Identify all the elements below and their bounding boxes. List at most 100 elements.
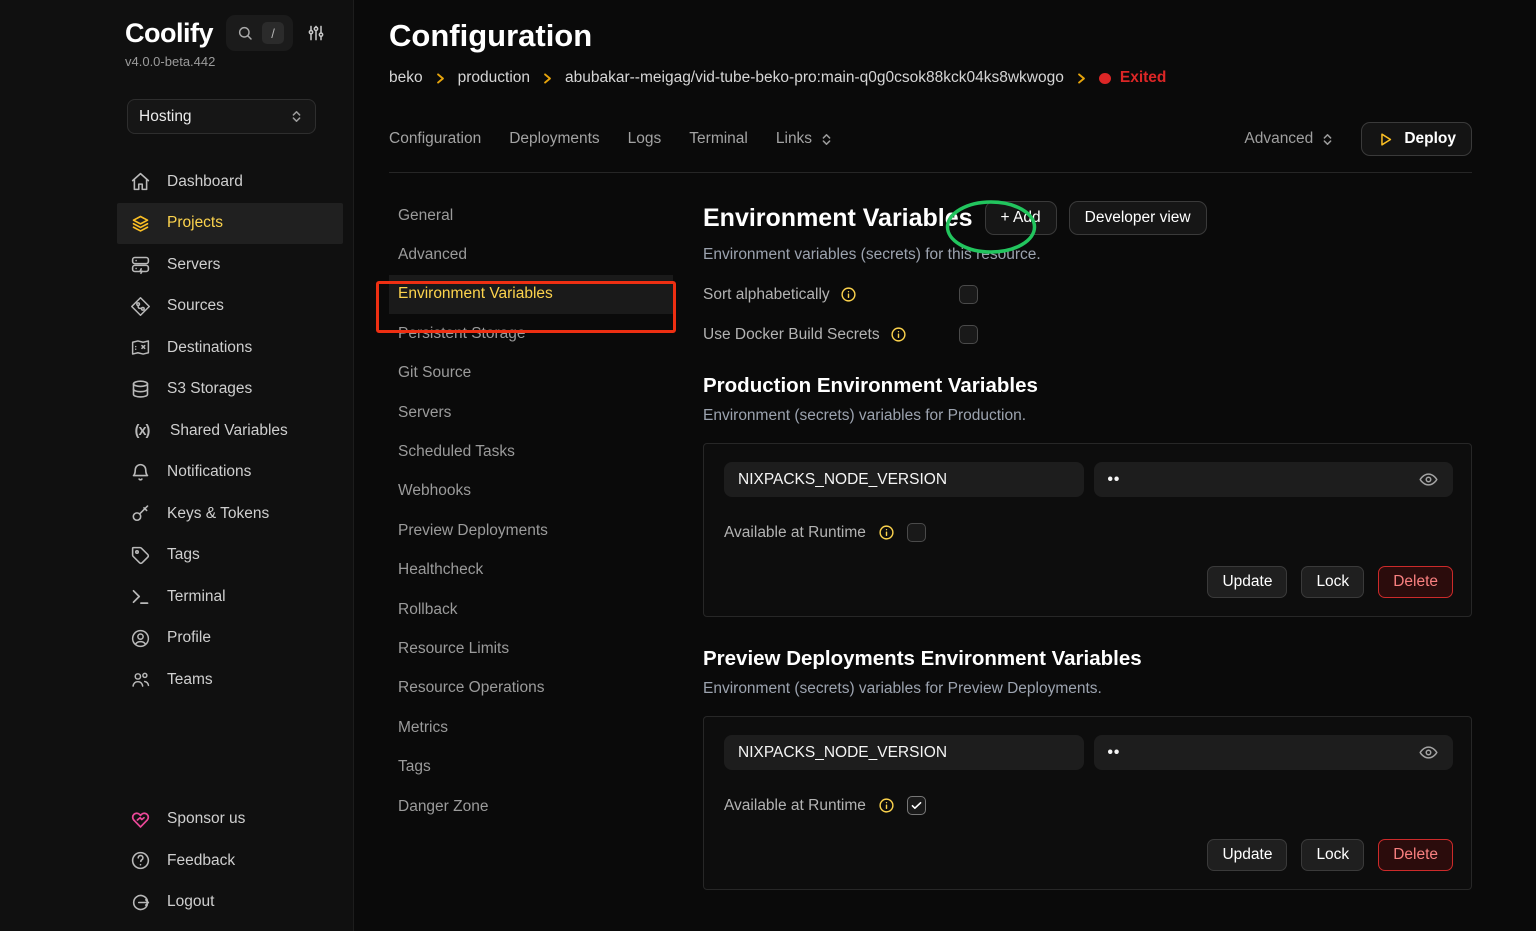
subnav-label: Metrics [398, 719, 448, 737]
search-shortcut-key: / [262, 22, 284, 44]
subnav-label: Scheduled Tasks [398, 443, 515, 461]
subnav-item-resource-operations[interactable]: Resource Operations [389, 669, 673, 708]
tab-logs[interactable]: Logs [628, 130, 662, 148]
terminal-icon [130, 586, 151, 607]
subnav-item-environment-variables[interactable]: Environment Variables [389, 275, 673, 314]
subnav-item-persistent-storage[interactable]: Persistent Storage [389, 314, 673, 353]
search-button[interactable]: / [226, 15, 293, 51]
env-var-name-input[interactable]: NIXPACKS_NODE_VERSION [724, 735, 1084, 770]
tab-deployments[interactable]: Deployments [509, 130, 599, 148]
coolify-app: Coolify / v4.0.0-beta.442 Hosting [0, 0, 1536, 931]
available-at-runtime-checkbox[interactable] [907, 796, 926, 815]
lock-button[interactable]: Lock [1301, 839, 1364, 871]
subnav-item-tags[interactable]: Tags [389, 747, 673, 786]
subnav-item-scheduled-tasks[interactable]: Scheduled Tasks [389, 432, 673, 471]
app-version: v4.0.0-beta.442 [125, 54, 335, 69]
sidebar-item-sponsor-us[interactable]: Sponsor us [117, 799, 343, 841]
tab-links[interactable]: Links [776, 130, 834, 148]
sidebar-item-projects[interactable]: Projects [117, 203, 343, 245]
delete-button[interactable]: Delete [1378, 839, 1453, 871]
subnav-item-metrics[interactable]: Metrics [389, 708, 673, 747]
tab-configuration[interactable]: Configuration [389, 130, 481, 148]
sidebar-item-terminal[interactable]: Terminal [117, 576, 343, 618]
status-badge: Exited [1099, 69, 1167, 87]
breadcrumb-item-resource[interactable]: abubakar--meigag/vid-tube-beko-pro:main-… [565, 69, 1064, 87]
sidebar-item-s3-storages[interactable]: S3 Storages [117, 369, 343, 411]
sidebar-item-label: Terminal [167, 588, 226, 606]
deploy-label: Deploy [1404, 130, 1456, 148]
eye-icon[interactable] [1418, 742, 1439, 763]
subnav-item-servers[interactable]: Servers [389, 393, 673, 432]
help-circle-icon [130, 850, 151, 871]
panel-subtitle: Environment variables (secrets) for this… [703, 246, 1472, 264]
sidebar-item-servers[interactable]: Servers [117, 244, 343, 286]
lock-button[interactable]: Lock [1301, 566, 1364, 598]
subnav-item-preview-deployments[interactable]: Preview Deployments [389, 511, 673, 550]
subnav-item-webhooks[interactable]: Webhooks [389, 472, 673, 511]
page-title: Configuration [389, 18, 1472, 54]
sidebar-item-keys-tokens[interactable]: Keys & Tokens [117, 493, 343, 535]
sort-alphabetically-row: Sort alphabetically [703, 285, 1472, 304]
sidebar-header: Coolify / v4.0.0-beta.442 Hosting [0, 0, 353, 134]
eye-icon[interactable] [1418, 469, 1439, 490]
delete-button[interactable]: Delete [1378, 566, 1453, 598]
sidebar-item-sources[interactable]: Sources [117, 286, 343, 328]
add-button[interactable]: + Add [985, 201, 1057, 235]
breadcrumb-item-environment[interactable]: production [458, 69, 530, 87]
subnav-label: Rollback [398, 601, 457, 619]
variable-icon: (x) [130, 420, 154, 441]
subnav-item-git-source[interactable]: Git Source [389, 354, 673, 393]
tab-bar: Configuration Deployments Logs Terminal … [389, 122, 1472, 156]
sidebar-item-label: Keys & Tokens [167, 505, 269, 523]
panel-title: Environment Variables [703, 204, 973, 233]
subnav-label: Resource Limits [398, 640, 509, 658]
sidebar-item-tags[interactable]: Tags [117, 535, 343, 577]
env-var-name-input[interactable]: NIXPACKS_NODE_VERSION [724, 462, 1084, 497]
subnav-item-rollback[interactable]: Rollback [389, 590, 673, 629]
env-var-card-production: NIXPACKS_NODE_VERSION •• Available at Ru… [703, 443, 1472, 617]
section-subtitle: Environment (secrets) variables for Prev… [703, 680, 1472, 698]
update-button[interactable]: Update [1207, 566, 1287, 598]
docker-build-secrets-checkbox[interactable] [959, 325, 978, 344]
tab-terminal[interactable]: Terminal [689, 130, 748, 148]
sidebar-item-feedback[interactable]: Feedback [117, 840, 343, 882]
subnav-label: Resource Operations [398, 679, 544, 697]
sidebar-item-notifications[interactable]: Notifications [117, 452, 343, 494]
runtime-label: Available at Runtime [724, 797, 866, 815]
subnav-item-advanced[interactable]: Advanced [389, 235, 673, 274]
git-source-icon [130, 296, 151, 317]
settings-sliders-icon[interactable] [306, 23, 326, 43]
developer-view-button[interactable]: Developer view [1069, 201, 1207, 235]
env-var-value-masked: •• [1108, 744, 1121, 762]
sidebar-item-logout[interactable]: Logout [117, 882, 343, 924]
deploy-button[interactable]: Deploy [1361, 122, 1472, 156]
subnav-label: Webhooks [398, 482, 471, 500]
sidebar-item-dashboard[interactable]: Dashboard [117, 161, 343, 203]
sidebar: Coolify / v4.0.0-beta.442 Hosting [0, 0, 354, 931]
sort-alphabetically-checkbox[interactable] [959, 285, 978, 304]
subnav-item-resource-limits[interactable]: Resource Limits [389, 629, 673, 668]
update-button[interactable]: Update [1207, 839, 1287, 871]
chevron-up-down-icon [819, 132, 834, 147]
env-var-value-input[interactable]: •• [1094, 735, 1454, 770]
sidebar-item-shared-variables[interactable]: (x) Shared Variables [117, 410, 343, 452]
breadcrumb-item-team[interactable]: beko [389, 69, 423, 87]
team-select[interactable]: Hosting [127, 99, 316, 134]
subnav-item-healthcheck[interactable]: Healthcheck [389, 551, 673, 590]
available-at-runtime-row: Available at Runtime [724, 523, 1453, 542]
subnav-label: Environment Variables [398, 285, 553, 303]
app-logo: Coolify [125, 18, 213, 49]
sidebar-item-teams[interactable]: Teams [117, 659, 343, 701]
play-icon [1377, 131, 1394, 148]
section-title-production: Production Environment Variables [703, 374, 1472, 398]
sidebar-item-destinations[interactable]: Destinations [117, 327, 343, 369]
advanced-dropdown[interactable]: Advanced [1244, 130, 1335, 148]
subnav-item-danger-zone[interactable]: Danger Zone [389, 787, 673, 826]
env-var-value-input[interactable]: •• [1094, 462, 1454, 497]
sidebar-item-profile[interactable]: Profile [117, 618, 343, 660]
tab-links-label: Links [776, 130, 812, 148]
info-icon [840, 286, 857, 303]
available-at-runtime-checkbox[interactable] [907, 523, 926, 542]
subnav-item-general[interactable]: General [389, 196, 673, 235]
subnav-label: General [398, 207, 453, 225]
